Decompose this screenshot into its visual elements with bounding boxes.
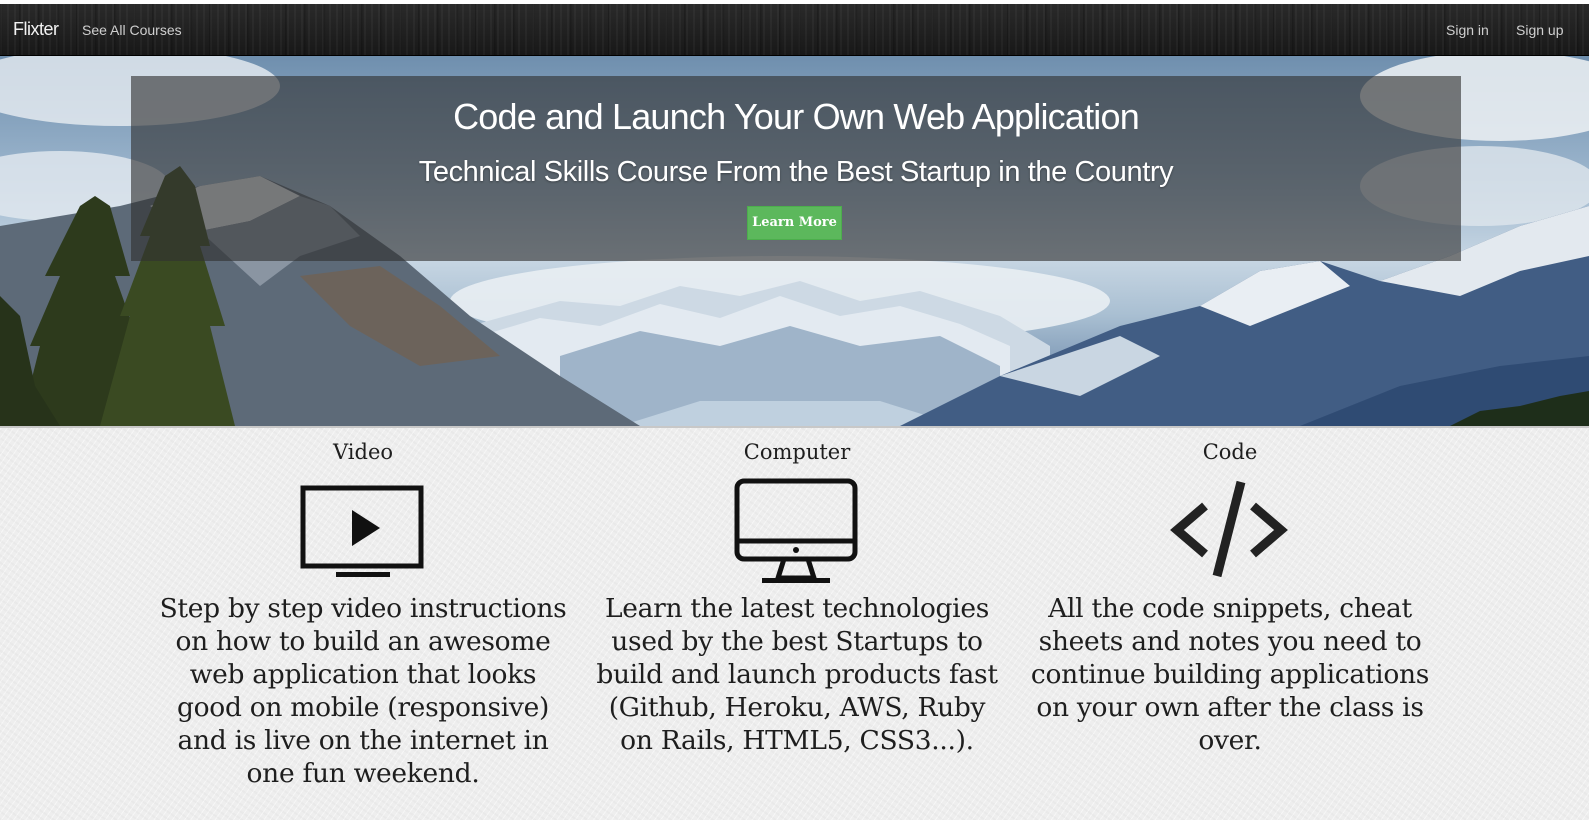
feature-heading: Computer [743,440,851,464]
sign-in-link[interactable]: Sign in [1446,22,1489,38]
hero-subtitle: Technical Skills Course From the Best St… [418,156,1174,188]
feature-description: All the code snippets, cheat sheets and … [1030,593,1430,756]
sign-up-link[interactable]: Sign up [1516,22,1563,38]
brand-logo-link[interactable]: Flixter [13,19,59,40]
code-brackets-icon [1170,480,1288,578]
see-all-courses-link[interactable]: See All Courses [82,22,182,38]
video-play-icon [300,485,424,577]
desktop-computer-icon [734,478,858,583]
feature-heading: Video [332,440,394,464]
hero-overlay-panel: Code and Launch Your Own Web Application… [131,76,1461,261]
feature-description: Step by step video instructions on how t… [159,593,567,789]
feature-description: Learn the latest technologies used by th… [596,593,998,756]
top-navbar: Flixter See All Courses Sign in Sign up [0,4,1589,56]
learn-more-button[interactable]: Learn More [747,206,842,240]
hero-banner: Code and Launch Your Own Web Application… [0,56,1589,426]
features-section: Video Step by step video instructions on… [0,426,1589,820]
feature-heading: Code [1202,440,1258,464]
hero-title: Code and Launch Your Own Web Application [453,96,1140,137]
